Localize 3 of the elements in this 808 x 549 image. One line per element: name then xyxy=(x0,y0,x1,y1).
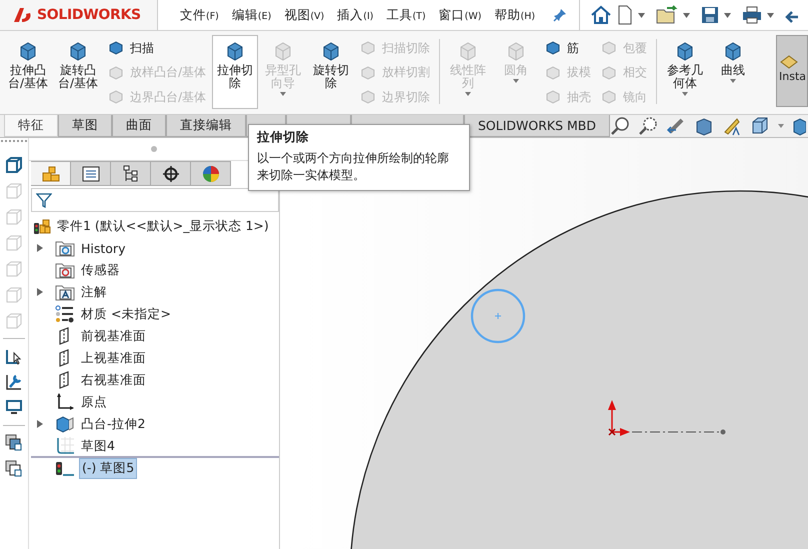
app-logo: SOLIDWORKS xyxy=(37,7,141,23)
tooltip-text: 以一个或两个方向拉伸所绘制的轮廓 来切除一实体模型。 xyxy=(257,150,450,184)
tooltip-title: 拉伸切除 xyxy=(257,129,310,146)
